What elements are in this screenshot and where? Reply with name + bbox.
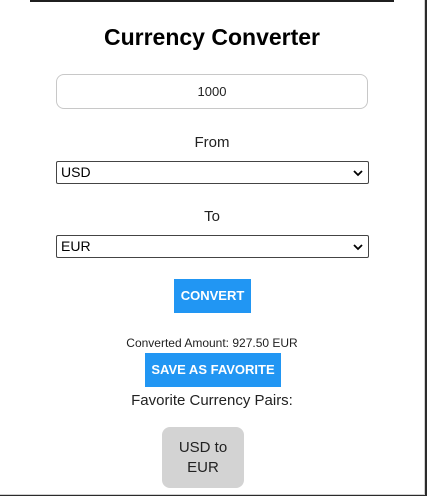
- page-title: Currency Converter: [103, 24, 321, 50]
- save-as-favorite-button[interactable]: SAVE AS FAVORITE: [145, 353, 281, 387]
- convert-button[interactable]: CONVERT: [174, 279, 251, 313]
- from-label: From: [194, 134, 230, 151]
- to-currency-value: EUR: [61, 238, 91, 254]
- amount-input[interactable]: [56, 74, 368, 109]
- converted-amount-text: Converted Amount: 927.50 EUR: [126, 336, 298, 350]
- favorite-pair-item[interactable]: USD to EUR: [162, 427, 244, 488]
- window-top-edge: [30, 0, 394, 2]
- from-currency-select[interactable]: USD: [56, 161, 369, 184]
- from-currency-value: USD: [61, 164, 91, 180]
- to-label: To: [204, 208, 220, 225]
- favorites-title: Favorite Currency Pairs:: [131, 392, 293, 409]
- favorite-pair-label: USD to EUR: [178, 438, 228, 476]
- app-window: Currency Converter From USD To EUR CONVE…: [0, 0, 425, 495]
- chevron-down-icon: [353, 244, 363, 251]
- to-currency-select[interactable]: EUR: [56, 235, 369, 258]
- chevron-down-icon: [353, 170, 363, 177]
